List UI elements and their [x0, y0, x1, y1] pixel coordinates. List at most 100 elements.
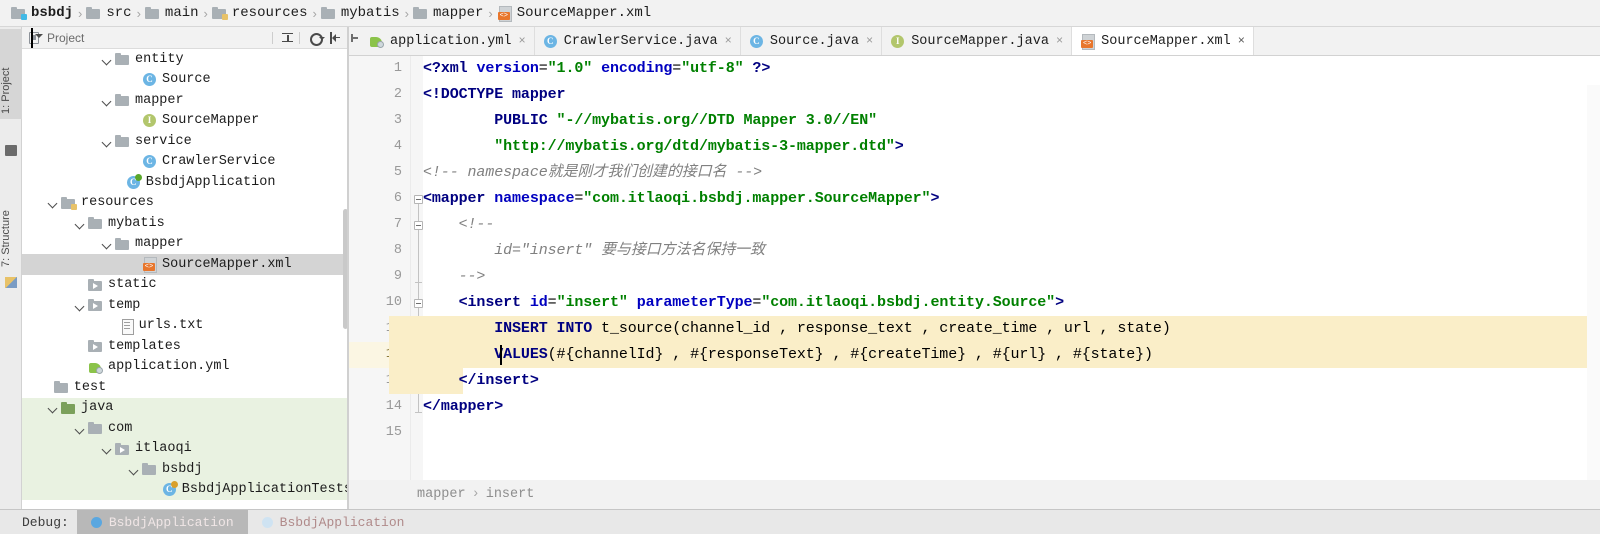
navbar-crumb-src[interactable]: src [83, 2, 136, 24]
code-line[interactable]: INSERT INTO t_source(channel_id , respon… [423, 316, 1171, 342]
code-line[interactable]: --> [423, 264, 486, 290]
chevron-down-icon[interactable] [46, 401, 59, 414]
tree-node-selected[interactable]: <> SourceMapper.xml [22, 254, 348, 275]
tree-node[interactable]: SourceMapper [22, 111, 348, 132]
chevron-down-icon[interactable] [100, 442, 113, 455]
hide-panel-button[interactable] [327, 30, 343, 46]
code-line[interactable]: <!-- [423, 212, 495, 238]
code-line[interactable]: PUBLIC "-//mybatis.org//DTD Mapper 3.0//… [423, 108, 877, 134]
code-line[interactable]: <?xml version="1.0" encoding="utf-8" ?> [423, 56, 770, 82]
code-line[interactable]: <insert id="insert" parameterType="com.i… [423, 290, 1064, 316]
collapse-all-button[interactable] [280, 30, 296, 46]
tree-node[interactable]: templates [22, 336, 348, 357]
close-icon[interactable]: × [1238, 34, 1245, 48]
tree-node[interactable]: java [22, 397, 348, 418]
editor-tab-label: SourceMapper.java [911, 33, 1049, 49]
tree-node[interactable]: Source [22, 70, 348, 91]
code-line[interactable]: "http://mybatis.org/dtd/mybatis-3-mapper… [423, 134, 904, 160]
tree-node[interactable]: static [22, 275, 348, 296]
tree-node[interactable]: resources [22, 193, 348, 214]
code-token: xml [440, 60, 468, 77]
gear-icon[interactable] [307, 30, 325, 46]
chevron-down-icon[interactable] [100, 135, 113, 148]
tab-list-icon[interactable] [349, 27, 361, 55]
tree-node[interactable]: entity [22, 49, 348, 70]
chevron-down-icon[interactable] [73, 217, 86, 230]
close-icon[interactable]: × [725, 34, 732, 48]
tree-node[interactable]: com [22, 418, 348, 439]
java-class-icon [749, 34, 764, 49]
code-line[interactable]: </mapper> [423, 394, 503, 420]
debug-session-tab[interactable]: BsbdjApplication [248, 510, 419, 534]
chevron-down-icon[interactable] [46, 196, 59, 209]
favorites-icon[interactable] [5, 145, 17, 156]
tree-node[interactable]: BsbdjApplicationTests [22, 479, 348, 500]
tool-button-project[interactable]: 1: Project [0, 29, 22, 119]
navbar-crumb-sourcemapper-xml[interactable]: <> SourceMapper.xml [494, 2, 656, 24]
close-icon[interactable]: × [866, 34, 873, 48]
code-token: "com.itlaoqi.bsbdj.entity.Source" [761, 294, 1056, 311]
navbar-crumb-mapper[interactable]: mapper [410, 2, 488, 24]
navbar-crumb-resources[interactable]: resources [209, 2, 313, 24]
tree-node[interactable]: mybatis [22, 213, 348, 234]
code-token: = [547, 294, 557, 311]
debug-session-tab[interactable]: BsbdjApplication [76, 510, 248, 534]
tree-node[interactable]: CrawlerService [22, 152, 348, 173]
navbar-crumb-main[interactable]: main [142, 2, 204, 24]
tree-node[interactable]: itlaoqi [22, 438, 348, 459]
navbar-crumb-bsbdj[interactable]: bsbdj [8, 2, 78, 24]
editor-tab-sourcemapper-java[interactable]: SourceMapper.java × [882, 27, 1073, 55]
navbar-crumb-mybatis[interactable]: mybatis [318, 2, 405, 24]
editor-tab-source-java[interactable]: Source.java × [741, 27, 883, 55]
line-number: 5 [393, 165, 402, 180]
project-tree[interactable]: entity Source mapper SourceMapper service Cra… [22, 49, 348, 509]
chevron-down-icon[interactable] [127, 463, 140, 476]
code-fold-toggle[interactable] [414, 195, 423, 204]
tree-node[interactable]: temp [22, 295, 348, 316]
code-folding-strip[interactable] [411, 56, 423, 480]
editor-tab-application-yml[interactable]: application.yml × [361, 27, 535, 55]
line-number: 8 [393, 243, 402, 258]
chevron-down-icon[interactable] [73, 422, 86, 435]
tool-button-structure[interactable]: 7: Structure [0, 177, 22, 272]
editor-tab-crawlerservice-java[interactable]: CrawlerService.java × [535, 27, 741, 55]
chevron-down-icon[interactable] [100, 94, 113, 107]
tree-node-label: service [135, 133, 192, 149]
code-content[interactable]: <?xml version="1.0" encoding="utf-8" ?> <… [389, 56, 1600, 480]
code-line[interactable]: </insert> [423, 368, 539, 394]
view-options-dropdown[interactable] [31, 27, 43, 48]
tree-node[interactable]: bsbdj [22, 459, 348, 480]
image-tool-icon[interactable] [5, 277, 17, 288]
tree-node[interactable]: mapper [22, 234, 348, 255]
folder-icon [142, 462, 157, 476]
breadcrumb-parent[interactable]: mapper [417, 487, 466, 502]
line-number-gutter[interactable]: 123456789101112131415 [349, 56, 411, 480]
code-fold-toggle[interactable] [414, 221, 423, 230]
code-line[interactable]: <!-- namespace就是刚才我们创建的接口名 --> [423, 160, 762, 186]
code-line[interactable]: <mapper namespace="com.itlaoqi.bsbdj.map… [423, 186, 939, 212]
code-line[interactable]: <!DOCTYPE mapper [423, 82, 566, 108]
code-fold-toggle[interactable] [414, 299, 423, 308]
tree-node[interactable]: test [22, 377, 348, 398]
breadcrumb-child[interactable]: insert [486, 487, 535, 502]
close-icon[interactable]: × [1056, 34, 1063, 48]
chevron-down-icon[interactable] [100, 53, 113, 66]
editor-tab-sourcemapper-xml[interactable]: <> SourceMapper.xml × [1072, 27, 1254, 55]
code-token: t_source(channel_id , response_text , cr… [592, 320, 1171, 337]
close-icon[interactable]: × [519, 34, 526, 48]
editor-vertical-scrollbar[interactable] [1587, 85, 1600, 480]
tree-node[interactable]: BsbdjApplication [22, 172, 348, 193]
code-line[interactable]: id="insert" 要与接口方法名保持一致 [423, 238, 765, 264]
chevron-down-icon[interactable] [73, 299, 86, 312]
code-editor[interactable]: 123456789101112131415 <?xml version="1.0… [349, 56, 1600, 480]
project-panel-header: Project [22, 27, 348, 49]
chevron-down-icon[interactable] [100, 237, 113, 250]
tree-node[interactable]: urls.txt [22, 316, 348, 337]
code-line[interactable]: VALUES(#{channelId} , #{responseText} , … [423, 342, 1153, 368]
tree-node[interactable]: application.yml [22, 357, 348, 378]
tree-node[interactable]: mapper [22, 90, 348, 111]
line-number: 6 [393, 191, 402, 206]
tree-node[interactable]: service [22, 131, 348, 152]
